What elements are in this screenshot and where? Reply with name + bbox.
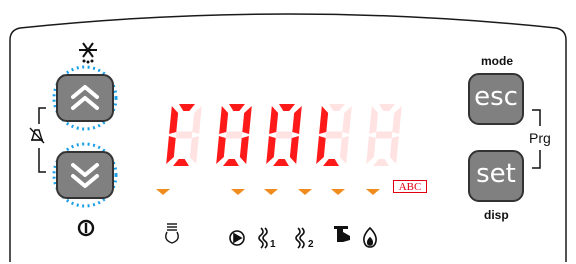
mode-caption: mode: [481, 54, 514, 68]
unit-badge: ABC: [393, 180, 427, 193]
segment-e: [266, 136, 276, 164]
fan-1-subscript: 1: [270, 239, 276, 250]
segment-f: [269, 106, 279, 134]
segment-a: [229, 104, 245, 111]
segment-c: [339, 136, 349, 164]
segment-b: [192, 106, 202, 134]
segment-d: [273, 159, 289, 166]
indicator-marker-2: [231, 189, 245, 195]
segment-d: [223, 159, 239, 166]
indicator-marker-3: [264, 189, 278, 195]
segment-b: [242, 106, 252, 134]
indicator-marker-1: [156, 189, 170, 195]
defrost-drip-icon: [165, 223, 179, 244]
power-icon: [77, 219, 95, 237]
light-icon: [334, 226, 350, 242]
down-button[interactable]: [52, 142, 118, 208]
digit-1: [166, 104, 202, 166]
fan-2-icon: [295, 227, 305, 249]
segment-e: [166, 136, 176, 164]
digit-4: [316, 104, 352, 166]
controller-panel: [9, 13, 567, 262]
prg-label: Prg: [529, 130, 551, 146]
segment-c: [189, 136, 199, 164]
segment-g: [175, 131, 193, 139]
indicator-marker-6: [366, 189, 380, 195]
segment-b: [342, 106, 352, 134]
indicator-markers: [156, 189, 380, 195]
seven-segment-display: [166, 104, 402, 166]
segment-d: [173, 159, 189, 166]
segment-b: [392, 106, 402, 134]
segment-g: [225, 131, 243, 139]
indicator-marker-5: [331, 189, 345, 195]
segment-c: [389, 136, 399, 164]
segment-g: [275, 131, 293, 139]
segment-d: [323, 159, 339, 166]
digit-2: [216, 104, 252, 166]
compressor-icon: [229, 230, 245, 246]
segment-a: [379, 104, 395, 111]
segment-a: [279, 104, 295, 111]
indicator-marker-4: [298, 189, 312, 195]
disp-caption: disp: [484, 208, 509, 222]
segment-f: [219, 106, 229, 134]
segment-c: [289, 136, 299, 164]
digit-unlit: [366, 104, 402, 166]
set-button-label: set: [476, 159, 516, 189]
fan-1-icon: [258, 227, 268, 249]
segment-g: [375, 131, 393, 139]
segment-e: [216, 136, 226, 164]
segment-a: [179, 104, 195, 111]
segment-a: [329, 104, 345, 111]
segment-f: [169, 106, 179, 134]
fan-2-subscript: 2: [308, 239, 314, 250]
segment-d: [373, 159, 389, 166]
segment-f: [319, 106, 329, 134]
segment-e: [366, 136, 376, 164]
segment-b: [292, 106, 302, 134]
esc-button-label: esc: [474, 82, 518, 112]
up-button[interactable]: [52, 65, 118, 131]
segment-g: [325, 131, 343, 139]
segment-e: [316, 136, 326, 164]
digit-3: [266, 104, 302, 166]
alarm-mute-icon: [29, 127, 45, 144]
segment-f: [369, 106, 379, 134]
fire-icon: [363, 226, 377, 248]
segment-c: [239, 136, 249, 164]
snowflake-icon: [79, 42, 97, 64]
